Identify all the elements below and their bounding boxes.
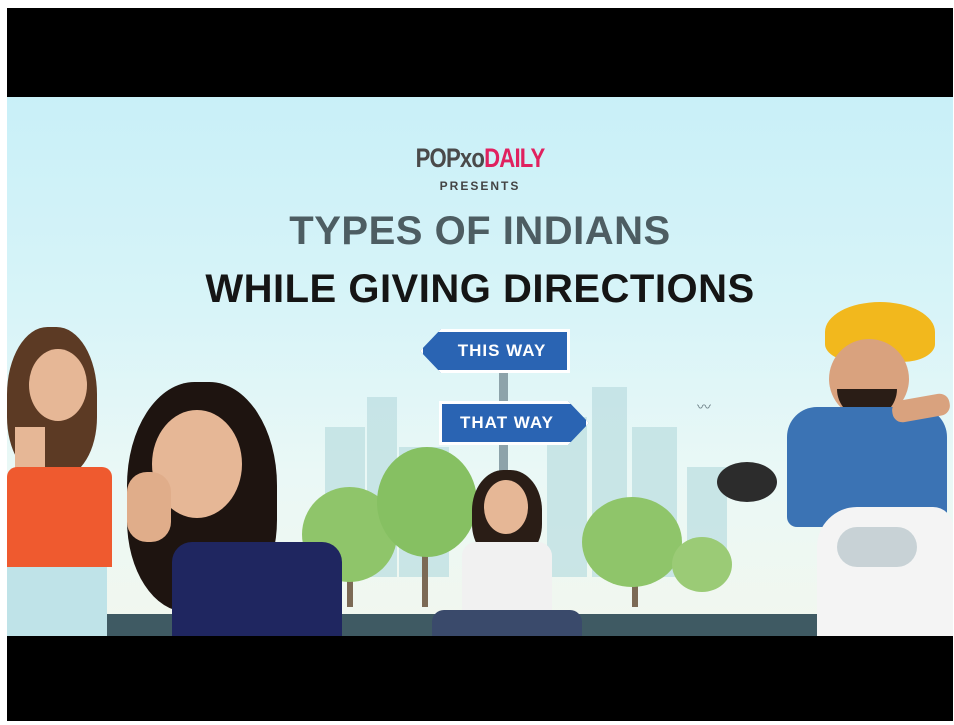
sign-this-way: THIS WAY	[420, 329, 570, 373]
bird-icon: 〰	[697, 399, 711, 415]
person-woman-sitting	[432, 470, 582, 636]
brand-daily: DAILY	[484, 143, 545, 173]
person-woman-on-phone	[107, 382, 352, 636]
thumbnail-scene: 〰 POPxoDAILY PRESENTS TYPES OF INDIANS W…	[7, 97, 953, 636]
title-line-1: TYPES OF INDIANS	[289, 209, 671, 253]
tree	[582, 497, 682, 587]
person-man-on-scooter	[717, 297, 953, 636]
presents-label: PRESENTS	[439, 179, 521, 193]
video-thumbnail[interactable]: 〰 POPxoDAILY PRESENTS TYPES OF INDIANS W…	[7, 8, 953, 721]
brand-popxo: POPxo	[415, 143, 485, 173]
person-woman-orange-top	[7, 327, 117, 636]
popxo-daily-logo: POPxoDAILY	[92, 143, 868, 174]
sign-that-way: THAT WAY	[439, 401, 589, 445]
